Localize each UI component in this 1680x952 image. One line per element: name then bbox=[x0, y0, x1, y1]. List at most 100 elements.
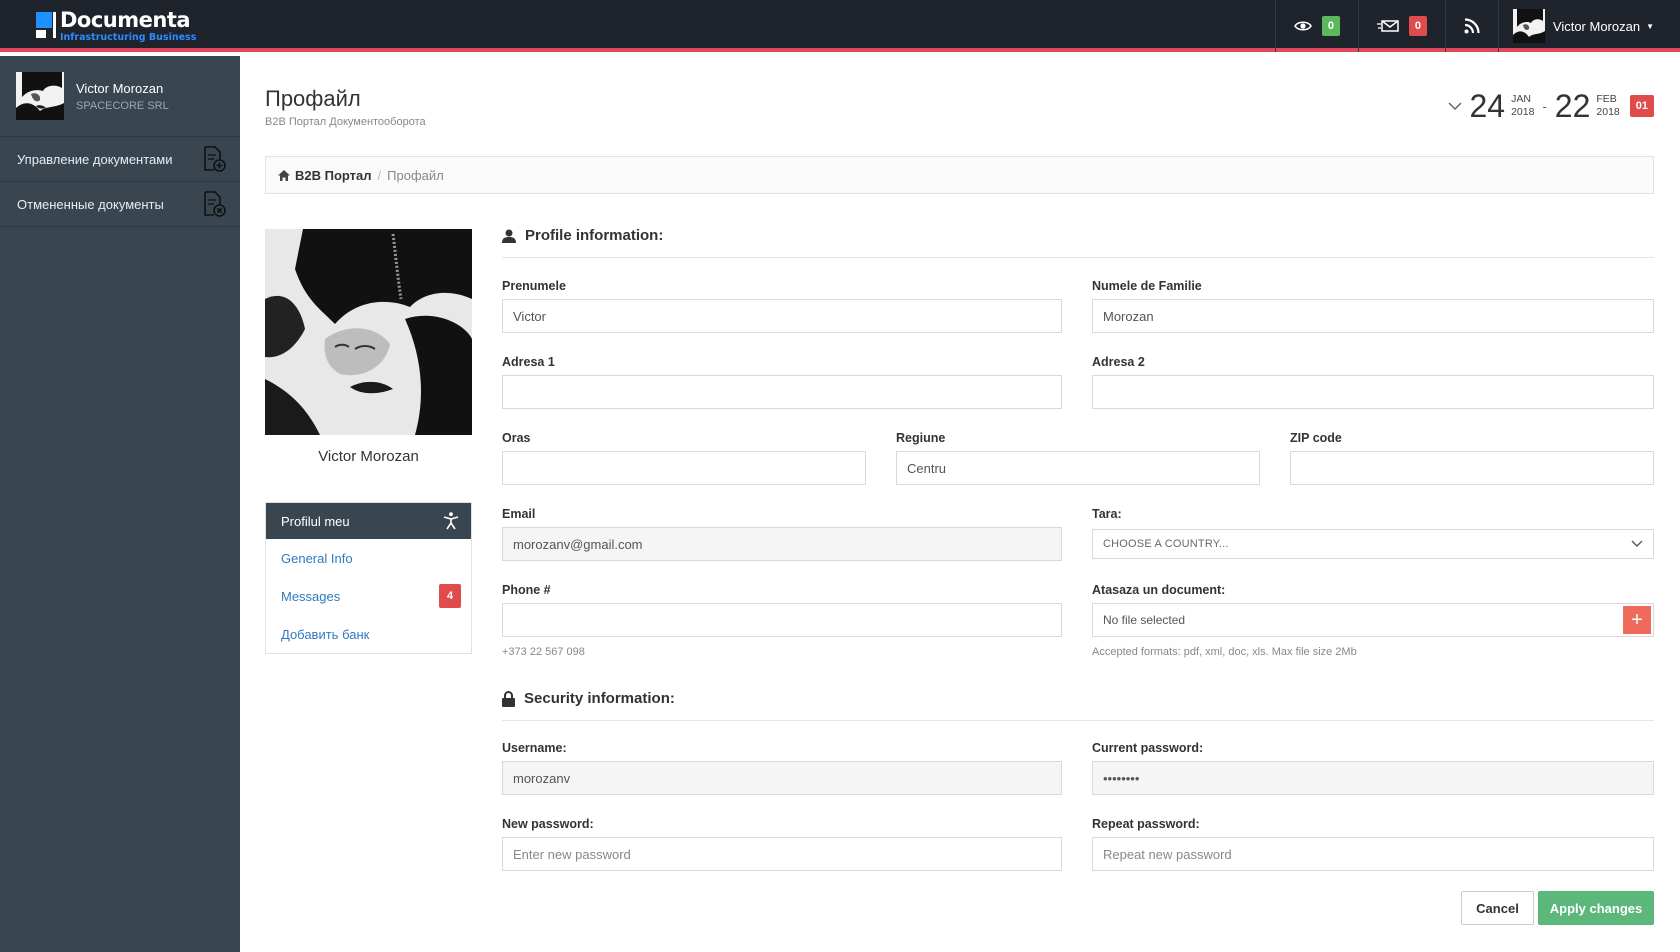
topbar-user-name: Victor Morozan bbox=[1552, 18, 1641, 34]
current-password-input[interactable] bbox=[1092, 761, 1654, 795]
last-name-input[interactable] bbox=[1092, 299, 1654, 333]
messages-button[interactable]: 0 bbox=[1357, 0, 1445, 52]
date-end-day: 22 bbox=[1554, 88, 1591, 124]
profile-menu-item-general-info[interactable]: General Info bbox=[266, 539, 471, 577]
repeat-password-label: Repeat password: bbox=[1092, 817, 1200, 831]
security-section-header: Security information: bbox=[502, 677, 1654, 721]
profile-section-title: Profile information: bbox=[525, 227, 664, 244]
address1-input[interactable] bbox=[502, 375, 1062, 409]
file-input[interactable]: No file selected + bbox=[1092, 603, 1654, 637]
home-icon bbox=[278, 169, 290, 181]
address2-label: Adresa 2 bbox=[1092, 355, 1145, 369]
email-input[interactable] bbox=[502, 527, 1062, 561]
date-range-badge: 01 bbox=[1629, 95, 1654, 117]
apply-changes-button[interactable]: Apply changes bbox=[1538, 891, 1654, 925]
top-navbar: Documenta Infrastructuring Business 0 0 bbox=[0, 0, 1680, 52]
username-label: Username: bbox=[502, 741, 567, 755]
profile-menu-item-label: General Info bbox=[281, 550, 353, 566]
phone-input[interactable] bbox=[502, 603, 1062, 637]
logo-subtitle: Infrastructuring Business bbox=[60, 32, 197, 43]
profile-menu-item-label: Messages bbox=[281, 588, 341, 604]
envelope-icon bbox=[1376, 20, 1399, 32]
profile-menu-item-add-bank[interactable]: Добавить банк bbox=[266, 615, 471, 653]
last-name-label: Numele de Familie bbox=[1092, 279, 1202, 293]
user-icon bbox=[502, 229, 516, 243]
chevron-down-icon bbox=[1447, 102, 1462, 111]
file-input-value: No file selected bbox=[1103, 613, 1186, 627]
user-menu[interactable]: Victor Morozan ▼ bbox=[1497, 0, 1680, 52]
date-start-month: JAN bbox=[1511, 93, 1531, 106]
date-end-month: FEB bbox=[1596, 93, 1617, 106]
page-subtitle: B2B Портал Документооборота bbox=[265, 116, 426, 128]
security-section-title: Security information: bbox=[524, 690, 675, 707]
avatar bbox=[16, 72, 64, 120]
add-file-button[interactable]: + bbox=[1623, 606, 1651, 634]
city-input[interactable] bbox=[502, 451, 866, 485]
sidebar-item-cancelled-documents[interactable]: Отмененные документы bbox=[0, 182, 240, 227]
new-password-label: New password: bbox=[502, 817, 594, 831]
email-label: Email bbox=[502, 507, 536, 521]
profile-menu-title: Profilul meu bbox=[281, 513, 350, 529]
rss-button[interactable] bbox=[1444, 0, 1498, 52]
sidebar-item-label: Отмененные документы bbox=[17, 196, 164, 212]
address2-input[interactable] bbox=[1092, 375, 1654, 409]
avatar bbox=[1512, 9, 1545, 43]
profile-menu-item-messages[interactable]: Messages 4 bbox=[266, 577, 471, 615]
cancel-button[interactable]: Cancel bbox=[1461, 891, 1534, 925]
breadcrumb-separator: / bbox=[377, 167, 382, 183]
date-start-year: 2018 bbox=[1511, 106, 1535, 118]
document-cancel-icon bbox=[204, 191, 226, 217]
profile-menu: Profilul meu General Info Messages 4 Доб… bbox=[265, 502, 472, 654]
sidebar-user: Victor Morozan SPACECORE SRL bbox=[0, 56, 240, 137]
first-name-label: Prenumele bbox=[502, 279, 566, 293]
lock-icon bbox=[502, 690, 515, 707]
views-button[interactable]: 0 bbox=[1274, 0, 1358, 52]
address1-label: Adresa 1 bbox=[502, 355, 555, 369]
page-title: Профайл bbox=[265, 86, 361, 111]
messages-badge: 4 bbox=[439, 584, 461, 608]
views-count-badge: 0 bbox=[1321, 16, 1340, 36]
date-range-picker[interactable]: 24 JAN 2018 - 22 FEB 2018 01 bbox=[1447, 88, 1654, 124]
country-label: Tara: bbox=[1092, 507, 1122, 521]
city-label: Oras bbox=[502, 431, 531, 445]
logo-mark-icon bbox=[36, 10, 56, 38]
logo-title: Documenta bbox=[60, 8, 191, 32]
app-logo[interactable]: Documenta Infrastructuring Business bbox=[36, 10, 196, 44]
region-input[interactable] bbox=[896, 451, 1260, 485]
profile-menu-item-label: Добавить банк bbox=[281, 626, 370, 642]
sidebar-item-manage-documents[interactable]: Управление документами bbox=[0, 137, 240, 182]
phone-label: Phone # bbox=[502, 583, 551, 597]
date-start-day: 24 bbox=[1469, 88, 1506, 124]
profile-photo[interactable] bbox=[265, 229, 472, 435]
profile-name: Victor Morozan bbox=[318, 448, 419, 465]
sidebar-item-label: Управление документами bbox=[17, 151, 173, 167]
breadcrumb: B2B Портал / Профайл bbox=[265, 156, 1654, 194]
chevron-down-icon bbox=[1631, 540, 1643, 547]
sidebar: Victor Morozan SPACECORE SRL Управление … bbox=[0, 56, 240, 952]
breadcrumb-home-link[interactable]: B2B Портал bbox=[295, 168, 372, 183]
zip-label: ZIP code bbox=[1290, 431, 1342, 445]
date-separator: - bbox=[1542, 98, 1547, 114]
username-input[interactable] bbox=[502, 761, 1062, 795]
caret-down-icon: ▼ bbox=[1646, 21, 1654, 31]
country-select[interactable]: CHOOSE A COUNTRY... bbox=[1092, 529, 1654, 559]
profile-menu-header: Profilul meu bbox=[266, 503, 471, 539]
document-add-icon bbox=[204, 146, 226, 172]
zip-input[interactable] bbox=[1290, 451, 1654, 485]
new-password-input[interactable] bbox=[502, 837, 1062, 871]
sidebar-company: SPACECORE SRL bbox=[76, 99, 169, 112]
accessibility-icon bbox=[443, 512, 459, 530]
profile-section-header: Profile information: bbox=[502, 214, 1654, 258]
breadcrumb-current: Профайл bbox=[387, 167, 444, 183]
region-label: Regiune bbox=[896, 431, 946, 445]
country-select-value: CHOOSE A COUNTRY... bbox=[1103, 538, 1229, 550]
eye-icon bbox=[1293, 21, 1312, 31]
phone-help-text: +373 22 567 098 bbox=[502, 646, 585, 658]
date-end-year: 2018 bbox=[1596, 106, 1620, 118]
attach-help-text: Accepted formats: pdf, xml, doc, xls. Ma… bbox=[1092, 646, 1357, 658]
sidebar-user-name: Victor Morozan bbox=[76, 80, 164, 96]
repeat-password-input[interactable] bbox=[1092, 837, 1654, 871]
messages-count-badge: 0 bbox=[1408, 16, 1427, 36]
current-password-label: Current password: bbox=[1092, 741, 1204, 755]
first-name-input[interactable] bbox=[502, 299, 1062, 333]
